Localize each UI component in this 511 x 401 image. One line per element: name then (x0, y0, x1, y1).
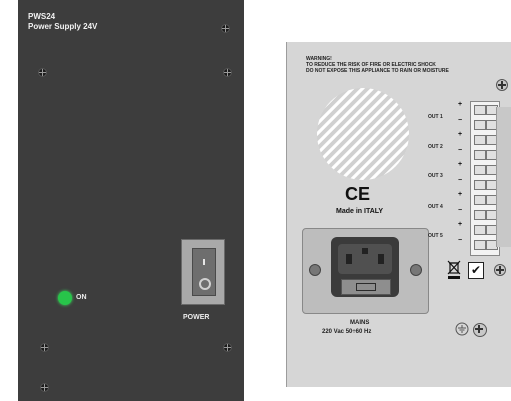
fuse-holder[interactable] (341, 279, 391, 295)
output-label: OUT 5 (428, 233, 443, 239)
plus-icon: + (458, 221, 463, 228)
minus-icon: − (458, 237, 463, 244)
model-label: PWS24 (28, 12, 56, 21)
rear-panel: WARNING! TO REDUCE THE RISK OF FIRE OR E… (286, 42, 511, 387)
output-label: OUT 1 (428, 114, 443, 120)
led-label: ON (76, 294, 87, 301)
front-title: PWS24 Power Supply 24V (28, 12, 97, 32)
screw-icon (221, 24, 230, 33)
power-switch[interactable] (181, 239, 225, 305)
screw-icon (309, 264, 321, 276)
terminal-icon (474, 225, 486, 235)
ce-mark: CE (345, 184, 371, 204)
plus-icon: + (458, 161, 463, 168)
screw-icon (410, 264, 422, 276)
terminal-icon (474, 195, 486, 205)
screw-icon (223, 68, 232, 77)
pin-icon (362, 248, 368, 254)
check-icon: ✔ (468, 262, 484, 279)
mains-inlet[interactable] (302, 228, 429, 314)
plus-icon: + (458, 191, 463, 198)
terminal-icon (474, 105, 486, 115)
ground-icon (455, 322, 469, 336)
made-in-label: Made in ITALY (336, 208, 384, 215)
off-mark-icon (199, 278, 211, 290)
mains-rating: 220 Vac 50÷60 Hz (322, 329, 372, 335)
on-mark-icon (203, 259, 205, 265)
inlet-socket (331, 237, 399, 297)
screw-icon (40, 383, 49, 392)
pin-well (338, 244, 392, 274)
terminal-icon (474, 165, 486, 175)
minus-icon: − (458, 147, 463, 154)
screw-icon (40, 343, 49, 352)
warning-line-2: DO NOT EXPOSE THIS APPLIANCE TO RAIN OR … (306, 68, 449, 74)
terminal-icon (474, 150, 486, 160)
warning-text: WARNING! TO REDUCE THE RISK OF FIRE OR E… (306, 56, 449, 74)
output-label: OUT 2 (428, 144, 443, 150)
terminal-icon (474, 240, 486, 250)
terminal-bracket (496, 107, 511, 247)
screw-icon (496, 79, 508, 91)
minus-icon: − (458, 117, 463, 124)
pin-icon (378, 254, 384, 264)
terminal-icon (474, 120, 486, 130)
terminal-icon (474, 210, 486, 220)
weee-bin-icon (447, 260, 461, 279)
rocker-icon[interactable] (192, 248, 216, 296)
power-label: POWER (183, 314, 210, 321)
screw-icon (223, 343, 232, 352)
ground-screw-icon (473, 323, 487, 337)
pin-icon (346, 254, 352, 264)
output-label: OUT 4 (428, 204, 443, 210)
screw-icon (494, 264, 506, 276)
product-name: Power Supply 24V (28, 22, 98, 31)
plus-icon: + (458, 131, 463, 138)
power-led (58, 291, 72, 305)
vent-grille-icon (317, 88, 409, 180)
minus-icon: − (458, 177, 463, 184)
plus-icon: + (458, 101, 463, 108)
minus-icon: − (458, 207, 463, 214)
front-panel: PWS24 Power Supply 24V ON POWER (18, 0, 244, 401)
output-label: OUT 3 (428, 173, 443, 179)
mains-label: MAINS (350, 320, 370, 326)
screw-icon (38, 68, 47, 77)
terminal-icon (474, 135, 486, 145)
terminal-icon (474, 180, 486, 190)
fuse-icon (356, 283, 376, 291)
